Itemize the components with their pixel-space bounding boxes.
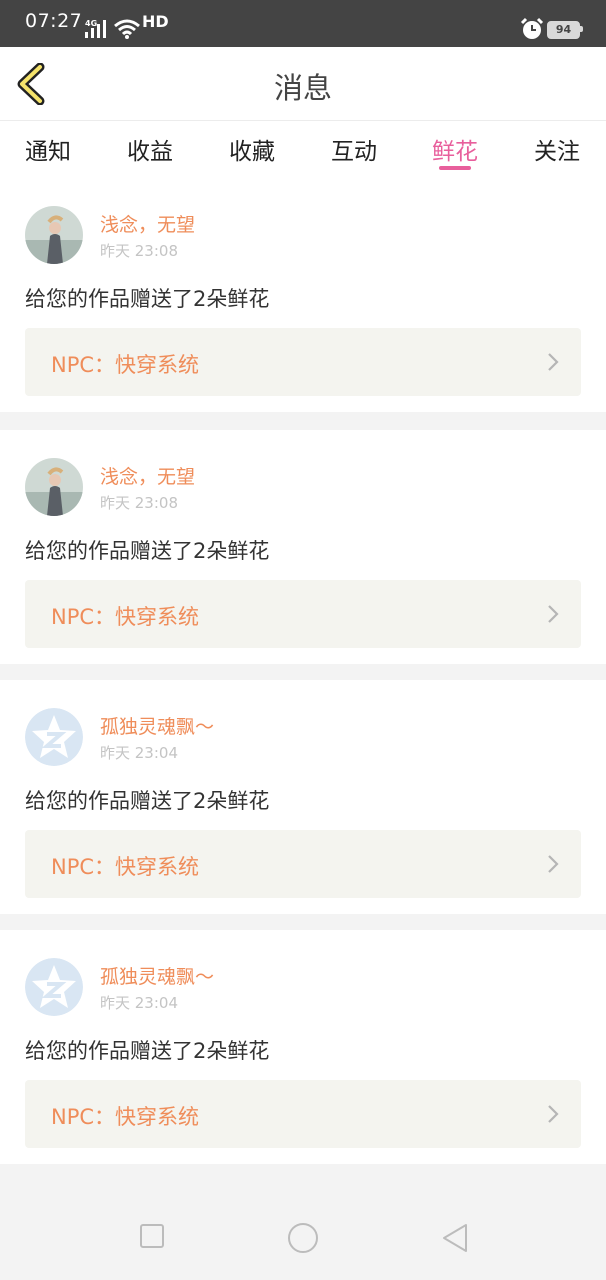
work-title: NPC：快穿系统 <box>51 855 200 879</box>
chevron-right-icon <box>548 1105 559 1123</box>
avatar[interactable] <box>25 458 83 516</box>
tab-follows[interactable]: 关注 <box>534 132 580 166</box>
work-link[interactable]: NPC：快穿系统 <box>25 830 581 898</box>
message-text: 给您的作品赠送了2朵鲜花 <box>25 789 270 813</box>
header: 消息 <box>0 47 606 121</box>
hd-indicator: HD <box>142 12 169 31</box>
message-text: 给您的作品赠送了2朵鲜花 <box>25 1039 270 1063</box>
network-type: 4G <box>85 19 98 28</box>
message-time: 昨天 23:04 <box>100 994 178 1012</box>
username[interactable]: 浅念，无望 <box>100 462 195 489</box>
work-title: NPC：快穿系统 <box>51 1105 200 1129</box>
wifi-icon <box>114 19 140 39</box>
status-time: 07:27 <box>25 10 83 32</box>
username[interactable]: 浅念，无望 <box>100 210 195 237</box>
avatar[interactable] <box>25 958 83 1016</box>
work-link[interactable]: NPC：快穿系统 <box>25 580 581 648</box>
chevron-right-icon <box>548 353 559 371</box>
avatar[interactable] <box>25 708 83 766</box>
message-time: 昨天 23:08 <box>100 494 178 512</box>
page-title: 消息 <box>273 71 332 105</box>
battery-icon: 94 <box>547 21 583 39</box>
message-time: 昨天 23:04 <box>100 744 178 762</box>
tab-bar: 通知 收益 收藏 互动 鲜花 关注 <box>0 121 606 178</box>
battery-level: 94 <box>547 21 580 39</box>
message-card: 孤独灵魂飘〜 昨天 23:04 给您的作品赠送了2朵鲜花 NPC：快穿系统 <box>0 680 606 914</box>
message-text: 给您的作品赠送了2朵鲜花 <box>25 539 270 563</box>
message-card: 浅念，无望 昨天 23:08 给您的作品赠送了2朵鲜花 NPC：快穿系统 <box>0 178 606 412</box>
navigation-bar <box>0 1190 606 1280</box>
tab-earnings[interactable]: 收益 <box>127 132 173 166</box>
square-icon[interactable] <box>139 1223 165 1249</box>
tab-flowers[interactable]: 鲜花 <box>432 132 478 166</box>
username[interactable]: 孤独灵魂飘〜 <box>100 962 214 989</box>
message-card: 浅念，无望 昨天 23:08 给您的作品赠送了2朵鲜花 NPC：快穿系统 <box>0 430 606 664</box>
username[interactable]: 孤独灵魂飘〜 <box>100 712 214 739</box>
work-title: NPC：快穿系统 <box>51 605 200 629</box>
active-tab-indicator <box>439 166 471 170</box>
work-link[interactable]: NPC：快穿系统 <box>25 1080 581 1148</box>
message-text: 给您的作品赠送了2朵鲜花 <box>25 287 270 311</box>
tab-notifications[interactable]: 通知 <box>25 132 71 166</box>
message-card: 孤独灵魂飘〜 昨天 23:04 给您的作品赠送了2朵鲜花 NPC：快穿系统 <box>0 930 606 1164</box>
circle-icon[interactable] <box>287 1222 319 1254</box>
triangle-back-icon[interactable] <box>441 1222 469 1254</box>
tab-favorites[interactable]: 收藏 <box>229 132 275 166</box>
tab-interactions[interactable]: 互动 <box>331 132 377 166</box>
chevron-right-icon <box>548 855 559 873</box>
status-bar: 07:27 4G HD 94 <box>0 0 606 47</box>
work-title: NPC：快穿系统 <box>51 353 200 377</box>
message-time: 昨天 23:08 <box>100 242 178 260</box>
alarm-icon <box>520 17 544 39</box>
chevron-right-icon <box>548 605 559 623</box>
avatar[interactable] <box>25 206 83 264</box>
work-link[interactable]: NPC：快穿系统 <box>25 328 581 396</box>
